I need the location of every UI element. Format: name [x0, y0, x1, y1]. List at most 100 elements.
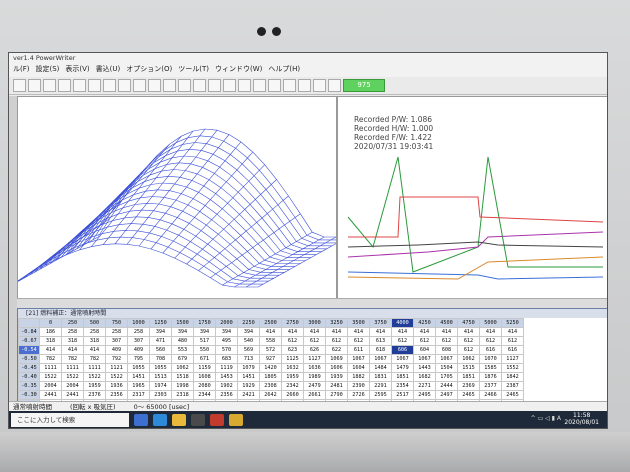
column-header[interactable]: 5000: [479, 318, 502, 328]
map-cell[interactable]: 612: [303, 336, 326, 346]
map-cell[interactable]: 613: [369, 336, 392, 346]
column-header[interactable]: 1000: [127, 318, 150, 328]
map-cell[interactable]: 307: [105, 336, 128, 346]
undo-icon[interactable]: [88, 79, 101, 92]
grid-icon[interactable]: [118, 79, 131, 92]
map-cell[interactable]: 1522: [83, 372, 106, 382]
map-cell[interactable]: 318: [39, 336, 62, 346]
map-cell[interactable]: 394: [171, 327, 194, 337]
map-cell[interactable]: 1062: [457, 354, 480, 364]
map-cell[interactable]: 2369: [457, 381, 480, 391]
menu-item[interactable]: オプション(O): [126, 63, 172, 75]
column-header[interactable]: 500: [83, 318, 106, 328]
map-cell[interactable]: 540: [237, 336, 260, 346]
map-cell[interactable]: 414: [325, 327, 348, 337]
map-cell[interactable]: 1989: [303, 372, 326, 382]
map-cell[interactable]: 394: [215, 327, 238, 337]
map-cell[interactable]: 2479: [303, 381, 326, 391]
map-cell[interactable]: 1443: [413, 363, 436, 373]
map-cell[interactable]: 671: [193, 354, 216, 364]
map-cell[interactable]: 1420: [259, 363, 282, 373]
map-cell[interactable]: 612: [391, 336, 414, 346]
chart-icon[interactable]: [148, 79, 161, 92]
map-cell[interactable]: 517: [193, 336, 216, 346]
map-cell[interactable]: 318: [61, 336, 84, 346]
map-cell[interactable]: 1831: [369, 372, 392, 382]
column-header[interactable]: 1750: [193, 318, 216, 328]
map-cell[interactable]: 2726: [347, 390, 370, 400]
map-cell[interactable]: 2004: [61, 381, 84, 391]
print-icon[interactable]: [253, 79, 266, 92]
map-cell[interactable]: 258: [127, 327, 150, 337]
menu-item[interactable]: ヘルプ(H): [268, 63, 300, 75]
app-icon[interactable]: [210, 413, 224, 426]
map-cell[interactable]: 708: [149, 354, 172, 364]
map-cell[interactable]: 2481: [325, 381, 348, 391]
map-cell[interactable]: 1121: [105, 363, 128, 373]
map-cell[interactable]: 1127: [303, 354, 326, 364]
map-cell[interactable]: 1965: [127, 381, 150, 391]
map-cell[interactable]: 612: [501, 336, 524, 346]
edge-icon[interactable]: [153, 413, 167, 426]
map-cell[interactable]: 1552: [501, 363, 524, 373]
map-cell[interactable]: 782: [61, 354, 84, 364]
map-cell[interactable]: 616: [501, 345, 524, 355]
column-header[interactable]: 2250: [237, 318, 260, 328]
map-cell[interactable]: 1127: [501, 354, 524, 364]
map-cell[interactable]: 2495: [413, 390, 436, 400]
log-icon[interactable]: [298, 79, 311, 92]
map-cell[interactable]: 1111: [83, 363, 106, 373]
map-cell[interactable]: 2444: [435, 381, 458, 391]
data-log-window[interactable]: Recorded P/W: 1.086 Recorded H/W: 1.000 …: [337, 96, 607, 300]
map-cell[interactable]: 2004: [39, 381, 62, 391]
map-cell[interactable]: 414: [369, 327, 392, 337]
map-cell[interactable]: 1998: [171, 381, 194, 391]
menu-item[interactable]: ツール(T): [178, 63, 209, 75]
column-header[interactable]: 250: [61, 318, 84, 328]
map-cell[interactable]: 2465: [457, 390, 480, 400]
map-cell[interactable]: 2080: [193, 381, 216, 391]
zoom-icon[interactable]: [328, 79, 341, 92]
map-cell[interactable]: 1606: [325, 363, 348, 373]
map-cell[interactable]: 612: [413, 336, 436, 346]
car-icon[interactable]: [58, 79, 71, 92]
table-icon[interactable]: [133, 79, 146, 92]
map-cell[interactable]: 1055: [149, 363, 172, 373]
redo-icon[interactable]: [103, 79, 116, 92]
map-cell[interactable]: 1067: [435, 354, 458, 364]
column-header[interactable]: 3000: [303, 318, 326, 328]
map-cell[interactable]: 1069: [325, 354, 348, 364]
map-cell[interactable]: 927: [259, 354, 282, 364]
map-cell[interactable]: 1608: [193, 372, 216, 382]
menu-item[interactable]: ウィンドウ(W): [215, 63, 262, 75]
map-cell[interactable]: 1111: [39, 363, 62, 373]
menu-item[interactable]: 書込(U): [96, 63, 121, 75]
task-view-icon[interactable]: [134, 413, 148, 426]
car-icon[interactable]: [73, 79, 86, 92]
map-cell[interactable]: 414: [39, 345, 62, 355]
map-cell[interactable]: 558: [259, 336, 282, 346]
map-cell[interactable]: 1479: [391, 363, 414, 373]
column-header[interactable]: 3750: [369, 318, 392, 328]
map-cell[interactable]: 1929: [237, 381, 260, 391]
map-icon[interactable]: [163, 79, 176, 92]
row-header[interactable]: -0.67: [18, 336, 40, 346]
map-cell[interactable]: 683: [215, 354, 238, 364]
map-cell[interactable]: 2390: [347, 381, 370, 391]
map-cell[interactable]: 1522: [39, 372, 62, 382]
map-cell[interactable]: 550: [193, 345, 216, 355]
map-cell[interactable]: 606: [391, 345, 414, 355]
column-header[interactable]: 2750: [281, 318, 304, 328]
map-cell[interactable]: 414: [259, 327, 282, 337]
column-header[interactable]: 1250: [149, 318, 172, 328]
map-cell[interactable]: 2308: [259, 381, 282, 391]
map-cell[interactable]: 1067: [413, 354, 436, 364]
map-cell[interactable]: 394: [237, 327, 260, 337]
map-cell[interactable]: 612: [457, 345, 480, 355]
map-cell[interactable]: 2377: [479, 381, 502, 391]
menu-item[interactable]: 表示(V): [65, 63, 89, 75]
map-cell[interactable]: 1636: [303, 363, 326, 373]
map-cell[interactable]: 471: [149, 336, 172, 346]
map-cell[interactable]: 2421: [237, 390, 260, 400]
map-cell[interactable]: 414: [413, 327, 436, 337]
